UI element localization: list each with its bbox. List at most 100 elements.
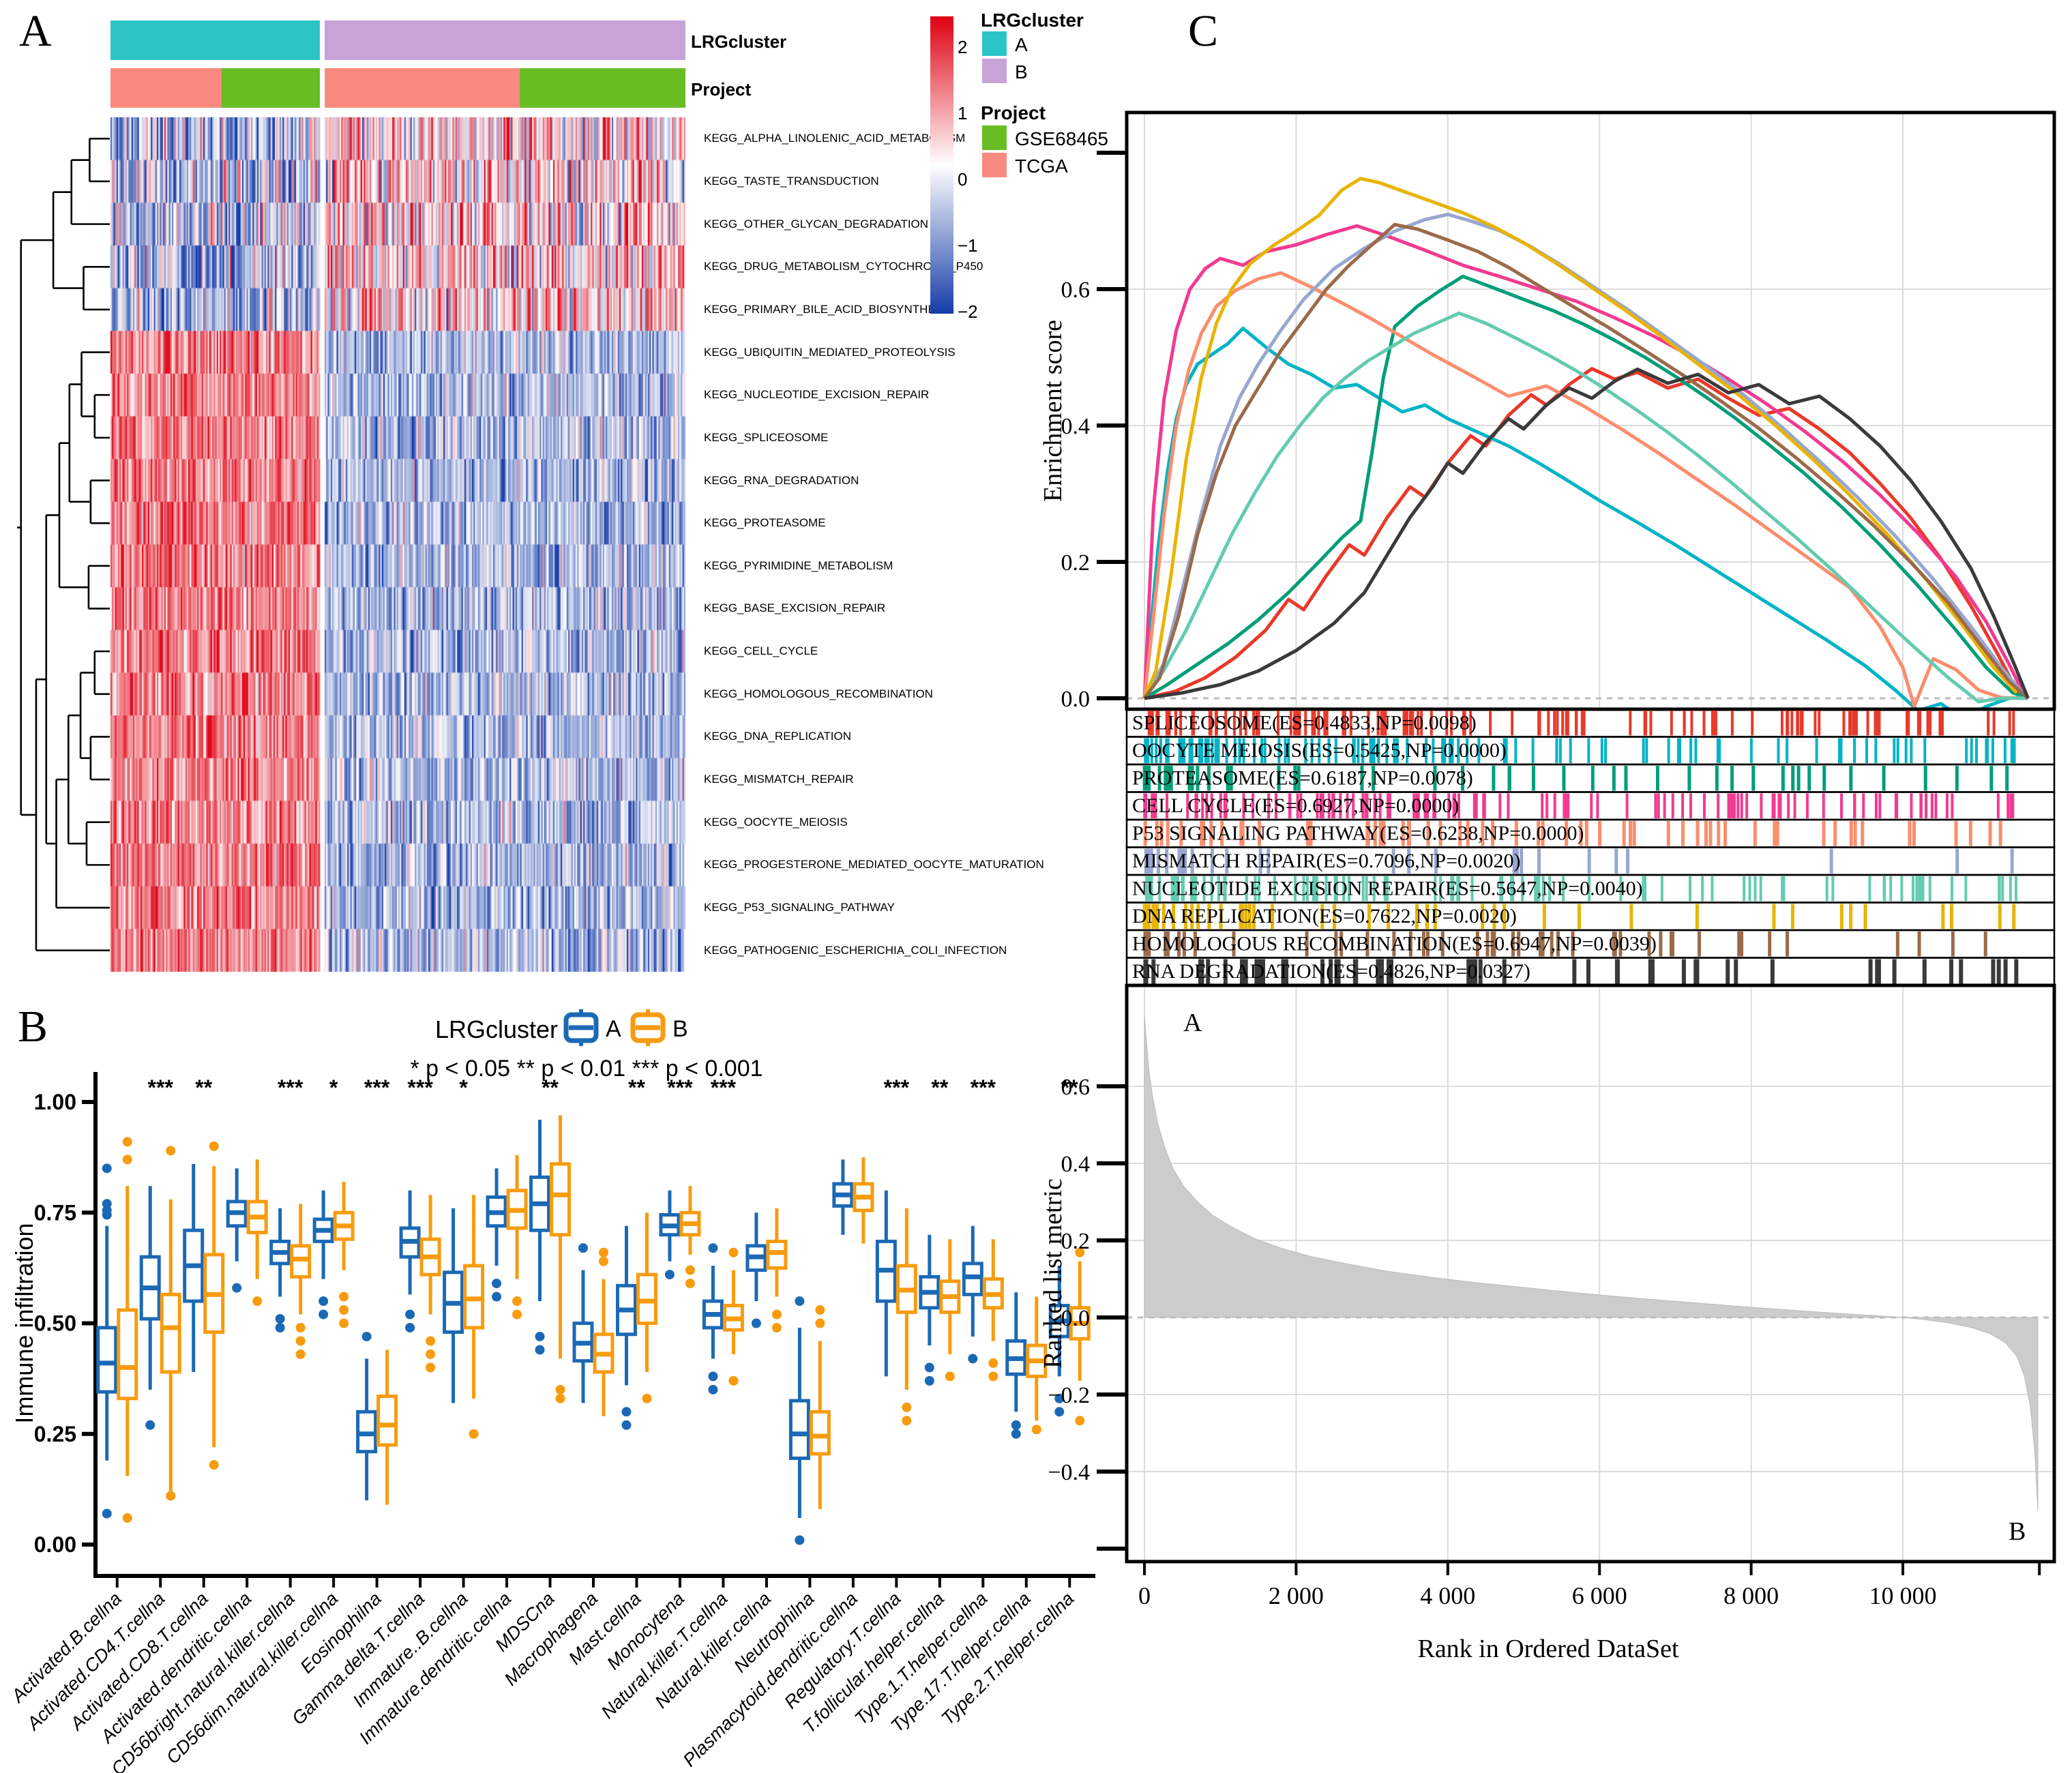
b-significance-stars: ** (628, 1075, 645, 1100)
c-es-tick-label: 0.0 (1061, 687, 1091, 712)
c-rank-tick-label: −0.4 (1048, 1460, 1090, 1485)
gsea-enrichment-plot: 0.6 0.4 0.2 0.0 Enrichment score SPLICEOSOME(… (1037, 68, 2072, 1705)
c-x-tick-label: 4 000 (1420, 1582, 1475, 1609)
b-significance-stars: * (459, 1075, 468, 1100)
annotation-project-tcga-a (110, 68, 222, 108)
heatmap-row-label: KEGG_SPLICEOSOME (704, 431, 828, 445)
heatmap-row-label: KEGG_DNA_REPLICATION (704, 730, 851, 743)
heatmap-row-label: KEGG_PYRIMIDINE_METABOLISM (704, 559, 893, 573)
c-rank-tick-label: 0.6 (1061, 1075, 1091, 1100)
b-x-axis (93, 1574, 1095, 1578)
c-pathway-label: DNA REPLICATION(ES=0.7622,NP=0.0020) (1132, 905, 1517, 927)
b-significance-stars: *** (884, 1075, 910, 1100)
panel-a-letter: A (19, 5, 52, 57)
b-legend-label: A (606, 1016, 621, 1042)
c-rank-axis-title: Ranked list metric (1039, 1178, 1067, 1369)
heatmap-row-label: KEGG_BASE_EXCISION_REPAIR (704, 601, 885, 615)
legend-label: B (1015, 61, 1028, 83)
c-pathway-label: RNA DEGRADATION(ES=0.4826,NP=0.0327) (1132, 960, 1530, 983)
annotation-lrgcluster-a (110, 20, 320, 60)
c-es-axis-title: Enrichment score (1039, 320, 1067, 502)
legend-swatch-lrgcluster-b (982, 59, 1007, 83)
heatmap-row-label: KEGG_OOCYTE_MEIOSIS (704, 816, 848, 829)
colorbar-tick-label: 0 (958, 169, 967, 190)
gsea-curve (1144, 276, 2028, 698)
heatmap-row-label: KEGG_NUCLEOTIDE_EXCISION_REPAIR (704, 388, 929, 402)
heatmap-row-label: KEGG_P53_SIGNALING_PATHWAY (704, 901, 895, 914)
c-pathway-label: NUCLEOTIDE EXCISION REPAIR(ES=0.5647,NP=… (1132, 878, 1643, 900)
heatmap-colorbar (930, 16, 953, 314)
legend-label: A (1015, 34, 1028, 56)
c-rank-tick-label: −0.2 (1048, 1383, 1090, 1408)
c-pathway-label: SPLICEOSOME(ES=0.4833,NP=0.0098) (1132, 712, 1477, 734)
c-endpoint-b: B (2009, 1517, 2026, 1546)
b-significance-stars: ** (931, 1075, 948, 1100)
b-significance-stars: *** (278, 1075, 304, 1100)
figure: A B C LRGcluster Project KEGG_ALPHA_LINO… (0, 0, 2072, 1773)
heatmap-row-label: KEGG_MISMATCH_REPAIR (704, 773, 853, 786)
legend-swatch-project-tcga (982, 153, 1007, 177)
colorbar-tick-label: 1 (958, 103, 967, 124)
c-es-tick-label: 0.2 (1061, 550, 1091, 576)
row-dendrogram (17, 117, 110, 972)
kegg-gsva-heatmap (110, 117, 685, 972)
b-y-axis (93, 1072, 98, 1578)
b-significance-stars: *** (364, 1075, 390, 1100)
c-pathway-label: MISMATCH REPAIR(ES=0.7096,NP=0.0020) (1132, 850, 1520, 872)
b-legend-label: B (672, 1016, 688, 1042)
legend-lrgcluster-title: LRGcluster (981, 10, 1084, 31)
b-significance-stars: *** (148, 1075, 174, 1100)
heatmap-row-label: KEGG_HOMOLOGOUS_RECOMBINATION (704, 687, 933, 701)
annotation-project-tcga-b (325, 68, 520, 108)
c-es-tick-label: 0.6 (1061, 278, 1091, 303)
b-y-axis-title: Immune infiltration (10, 1223, 38, 1423)
b-y-tick-label: 1.00 (34, 1090, 76, 1114)
heatmap-row-label: KEGG_TASTE_TRANSDUCTION (704, 175, 879, 188)
b-significance-stars: *** (407, 1075, 433, 1100)
gsea-curve (1144, 369, 2028, 698)
gsea-curves (1144, 179, 2028, 719)
annotation-lrgcluster-b (325, 20, 685, 60)
immune-infiltration-boxplot: 1.000.750.500.250.00Immune infiltrationL… (0, 982, 1159, 1773)
c-endpoint-a: A (1183, 1009, 1202, 1037)
b-significance-stars: * (329, 1075, 338, 1100)
b-significance-stars: ** (542, 1075, 559, 1100)
b-y-tick-label: 0.75 (34, 1200, 76, 1225)
heatmap-row-label: KEGG_ALPHA_LINOLENIC_ACID_METABOLISM (704, 132, 965, 145)
b-y-tick-label: 0.50 (34, 1311, 76, 1336)
b-significance-stars: *** (667, 1075, 693, 1100)
legend-swatch-project-gse (982, 125, 1007, 150)
c-x-tick-label: 0 (1138, 1582, 1151, 1609)
heatmap-row-label: KEGG_OTHER_GLYCAN_DEGRADATION (704, 218, 928, 231)
c-x-tick-label: 6 000 (1572, 1582, 1627, 1609)
c-x-tick-label: 8 000 (1723, 1582, 1779, 1609)
c-pathway-label: P53 SIGNALING PATHWAY(ES=0.6238,NP=0.000… (1132, 822, 1584, 845)
c-rank-tick-label: 0.4 (1061, 1152, 1091, 1177)
heatmap-row-label: KEGG_CELL_CYCLE (704, 644, 818, 658)
b-legend-title: LRGcluster (435, 1015, 558, 1043)
ranked-metric-area (1144, 1017, 2038, 1510)
legend-swatch-lrgcluster-a (982, 31, 1007, 56)
b-significance-stars: ** (195, 1075, 212, 1100)
legend-project-title: Project (981, 102, 1046, 124)
gsea-curve (1144, 369, 2028, 698)
b-y-tick-label: 0.25 (34, 1422, 76, 1446)
annotation-title-project: Project (691, 79, 751, 100)
panel-c-letter: C (1188, 5, 1218, 57)
c-x-tick-label: 10 000 (1869, 1582, 1937, 1609)
b-significance-stars: *** (971, 1075, 996, 1100)
heatmap-row-label: KEGG_PROGESTERONE_MEDIATED_OOCYTE_MATURA… (704, 858, 1044, 871)
c-x-tick-label: 2 000 (1269, 1582, 1324, 1609)
annotation-project-gse-b (520, 68, 685, 108)
c-pathway-label: OOCYTE MEIOSIS(ES=0.5425,NP=0.0000) (1132, 739, 1507, 762)
colorbar-tick-label: −1 (958, 235, 978, 256)
annotation-title-lrgcluster: LRGcluster (691, 31, 786, 53)
c-pathway-label: PROTEASOME(ES=0.6187,NP=0.0078) (1132, 767, 1473, 790)
heatmap-row-label: KEGG_PROTEASOME (704, 516, 826, 530)
c-pathway-label: CELL CYCLE(ES=0.6927,NP=0.0000) (1132, 794, 1459, 817)
heatmap-row-label: KEGG_RNA_DEGRADATION (704, 474, 859, 488)
annotation-project-gse-a (222, 68, 320, 108)
colorbar-tick-label: −2 (958, 301, 978, 323)
colorbar-tick-label: 2 (958, 37, 967, 58)
b-significance-stars: *** (711, 1075, 737, 1100)
